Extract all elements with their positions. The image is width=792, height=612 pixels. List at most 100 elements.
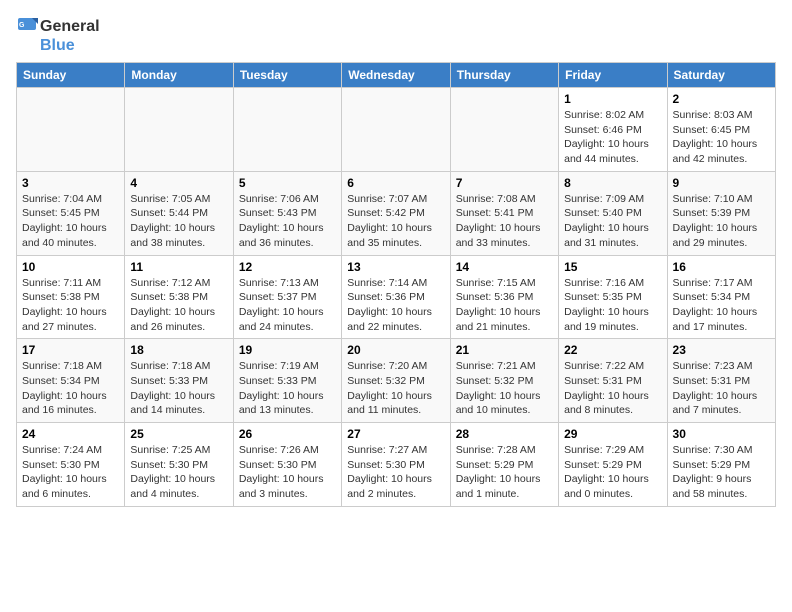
day-info: Sunrise: 7:23 AM Sunset: 5:31 PM Dayligh… — [673, 359, 770, 418]
day-number: 14 — [456, 260, 553, 274]
day-number: 3 — [22, 176, 119, 190]
day-number: 30 — [673, 427, 770, 441]
day-info: Sunrise: 7:26 AM Sunset: 5:30 PM Dayligh… — [239, 443, 336, 502]
day-number: 24 — [22, 427, 119, 441]
day-info: Sunrise: 7:05 AM Sunset: 5:44 PM Dayligh… — [130, 192, 227, 251]
day-number: 15 — [564, 260, 661, 274]
calendar-day-empty — [450, 88, 558, 172]
day-info: Sunrise: 7:10 AM Sunset: 5:39 PM Dayligh… — [673, 192, 770, 251]
day-number: 8 — [564, 176, 661, 190]
calendar-header-row: SundayMondayTuesdayWednesdayThursdayFrid… — [17, 63, 776, 88]
calendar-day-12: 12 Sunrise: 7:13 AM Sunset: 5:37 PM Dayli… — [233, 255, 341, 339]
day-info: Sunrise: 7:06 AM Sunset: 5:43 PM Dayligh… — [239, 192, 336, 251]
calendar-day-9: 9 Sunrise: 7:10 AM Sunset: 5:39 PM Daylig… — [667, 171, 775, 255]
day-number: 22 — [564, 343, 661, 357]
day-info: Sunrise: 7:09 AM Sunset: 5:40 PM Dayligh… — [564, 192, 661, 251]
logo-blue: Blue — [40, 38, 100, 54]
calendar-week-row: 3 Sunrise: 7:04 AM Sunset: 5:45 PM Daylig… — [17, 171, 776, 255]
calendar-day-1: 1 Sunrise: 8:02 AM Sunset: 6:46 PM Daylig… — [559, 88, 667, 172]
calendar-day-5: 5Sunrise: 7:06 AM Sunset: 5:43 PM Daylig… — [233, 171, 341, 255]
day-info: Sunrise: 7:24 AM Sunset: 5:30 PM Dayligh… — [22, 443, 119, 502]
calendar-day-25: 25 Sunrise: 7:25 AM Sunset: 5:30 PM Dayli… — [125, 423, 233, 507]
day-info: Sunrise: 8:03 AM Sunset: 6:45 PM Dayligh… — [673, 108, 770, 167]
day-info: Sunrise: 7:28 AM Sunset: 5:29 PM Dayligh… — [456, 443, 553, 502]
day-info: Sunrise: 7:22 AM Sunset: 5:31 PM Dayligh… — [564, 359, 661, 418]
day-number: 19 — [239, 343, 336, 357]
logo: G General Blue — [16, 16, 100, 54]
calendar-week-row: 17 Sunrise: 7:18 AM Sunset: 5:34 PM Dayli… — [17, 339, 776, 423]
calendar-header-wednesday: Wednesday — [342, 63, 450, 88]
calendar-day-21: 21 Sunrise: 7:21 AM Sunset: 5:32 PM Dayli… — [450, 339, 558, 423]
day-info: Sunrise: 7:12 AM Sunset: 5:38 PM Dayligh… — [130, 276, 227, 335]
day-number: 11 — [130, 260, 227, 274]
calendar-day-empty — [233, 88, 341, 172]
calendar-day-6: 6 Sunrise: 7:07 AM Sunset: 5:42 PM Daylig… — [342, 171, 450, 255]
calendar-day-20: 20 Sunrise: 7:20 AM Sunset: 5:32 PM Dayli… — [342, 339, 450, 423]
calendar-day-26: 26 Sunrise: 7:26 AM Sunset: 5:30 PM Dayli… — [233, 423, 341, 507]
day-number: 27 — [347, 427, 444, 441]
day-info: Sunrise: 7:17 AM Sunset: 5:34 PM Dayligh… — [673, 276, 770, 335]
day-number: 6 — [347, 176, 444, 190]
day-number: 1 — [564, 92, 661, 106]
calendar-header-sunday: Sunday — [17, 63, 125, 88]
day-number: 12 — [239, 260, 336, 274]
calendar-header-friday: Friday — [559, 63, 667, 88]
calendar-day-3: 3 Sunrise: 7:04 AM Sunset: 5:45 PM Daylig… — [17, 171, 125, 255]
day-info: Sunrise: 7:15 AM Sunset: 5:36 PM Dayligh… — [456, 276, 553, 335]
calendar: SundayMondayTuesdayWednesdayThursdayFrid… — [16, 62, 776, 507]
calendar-day-19: 19 Sunrise: 7:19 AM Sunset: 5:33 PM Dayli… — [233, 339, 341, 423]
calendar-day-15: 15Sunrise: 7:16 AM Sunset: 5:35 PM Dayli… — [559, 255, 667, 339]
calendar-week-row: 24 Sunrise: 7:24 AM Sunset: 5:30 PM Dayli… — [17, 423, 776, 507]
day-info: Sunrise: 7:21 AM Sunset: 5:32 PM Dayligh… — [456, 359, 553, 418]
day-info: Sunrise: 7:08 AM Sunset: 5:41 PM Dayligh… — [456, 192, 553, 251]
header: G General Blue — [16, 16, 776, 54]
day-info: Sunrise: 7:19 AM Sunset: 5:33 PM Dayligh… — [239, 359, 336, 418]
day-number: 23 — [673, 343, 770, 357]
calendar-day-empty — [342, 88, 450, 172]
calendar-week-row: 1 Sunrise: 8:02 AM Sunset: 6:46 PM Daylig… — [17, 88, 776, 172]
logo-general: General — [40, 19, 100, 35]
day-info: Sunrise: 8:02 AM Sunset: 6:46 PM Dayligh… — [564, 108, 661, 167]
day-info: Sunrise: 7:11 AM Sunset: 5:38 PM Dayligh… — [22, 276, 119, 335]
calendar-day-28: 28 Sunrise: 7:28 AM Sunset: 5:29 PM Dayli… — [450, 423, 558, 507]
calendar-day-30: 30 Sunrise: 7:30 AM Sunset: 5:29 PM Dayli… — [667, 423, 775, 507]
day-number: 13 — [347, 260, 444, 274]
calendar-header-monday: Monday — [125, 63, 233, 88]
calendar-header-thursday: Thursday — [450, 63, 558, 88]
day-info: Sunrise: 7:20 AM Sunset: 5:32 PM Dayligh… — [347, 359, 444, 418]
day-number: 10 — [22, 260, 119, 274]
day-info: Sunrise: 7:13 AM Sunset: 5:37 PM Dayligh… — [239, 276, 336, 335]
calendar-day-11: 11 Sunrise: 7:12 AM Sunset: 5:38 PM Dayli… — [125, 255, 233, 339]
calendar-day-24: 24 Sunrise: 7:24 AM Sunset: 5:30 PM Dayli… — [17, 423, 125, 507]
day-number: 29 — [564, 427, 661, 441]
day-info: Sunrise: 7:18 AM Sunset: 5:33 PM Dayligh… — [130, 359, 227, 418]
calendar-day-4: 4 Sunrise: 7:05 AM Sunset: 5:44 PM Daylig… — [125, 171, 233, 255]
day-info: Sunrise: 7:07 AM Sunset: 5:42 PM Dayligh… — [347, 192, 444, 251]
calendar-day-27: 27 Sunrise: 7:27 AM Sunset: 5:30 PM Dayli… — [342, 423, 450, 507]
calendar-day-22: 22 Sunrise: 7:22 AM Sunset: 5:31 PM Dayli… — [559, 339, 667, 423]
day-number: 4 — [130, 176, 227, 190]
day-info: Sunrise: 7:27 AM Sunset: 5:30 PM Dayligh… — [347, 443, 444, 502]
day-info: Sunrise: 7:25 AM Sunset: 5:30 PM Dayligh… — [130, 443, 227, 502]
calendar-day-29: 29 Sunrise: 7:29 AM Sunset: 5:29 PM Dayli… — [559, 423, 667, 507]
day-info: Sunrise: 7:30 AM Sunset: 5:29 PM Dayligh… — [673, 443, 770, 502]
day-number: 21 — [456, 343, 553, 357]
day-info: Sunrise: 7:18 AM Sunset: 5:34 PM Dayligh… — [22, 359, 119, 418]
calendar-day-23: 23 Sunrise: 7:23 AM Sunset: 5:31 PM Dayli… — [667, 339, 775, 423]
day-info: Sunrise: 7:04 AM Sunset: 5:45 PM Dayligh… — [22, 192, 119, 251]
day-number: 26 — [239, 427, 336, 441]
day-info: Sunrise: 7:14 AM Sunset: 5:36 PM Dayligh… — [347, 276, 444, 335]
day-number: 7 — [456, 176, 553, 190]
day-number: 17 — [22, 343, 119, 357]
day-number: 28 — [456, 427, 553, 441]
day-number: 20 — [347, 343, 444, 357]
day-number: 25 — [130, 427, 227, 441]
calendar-day-7: 7 Sunrise: 7:08 AM Sunset: 5:41 PM Daylig… — [450, 171, 558, 255]
calendar-header-saturday: Saturday — [667, 63, 775, 88]
day-number: 16 — [673, 260, 770, 274]
calendar-header-tuesday: Tuesday — [233, 63, 341, 88]
day-info: Sunrise: 7:29 AM Sunset: 5:29 PM Dayligh… — [564, 443, 661, 502]
calendar-day-16: 16 Sunrise: 7:17 AM Sunset: 5:34 PM Dayli… — [667, 255, 775, 339]
day-number: 2 — [673, 92, 770, 106]
day-number: 9 — [673, 176, 770, 190]
